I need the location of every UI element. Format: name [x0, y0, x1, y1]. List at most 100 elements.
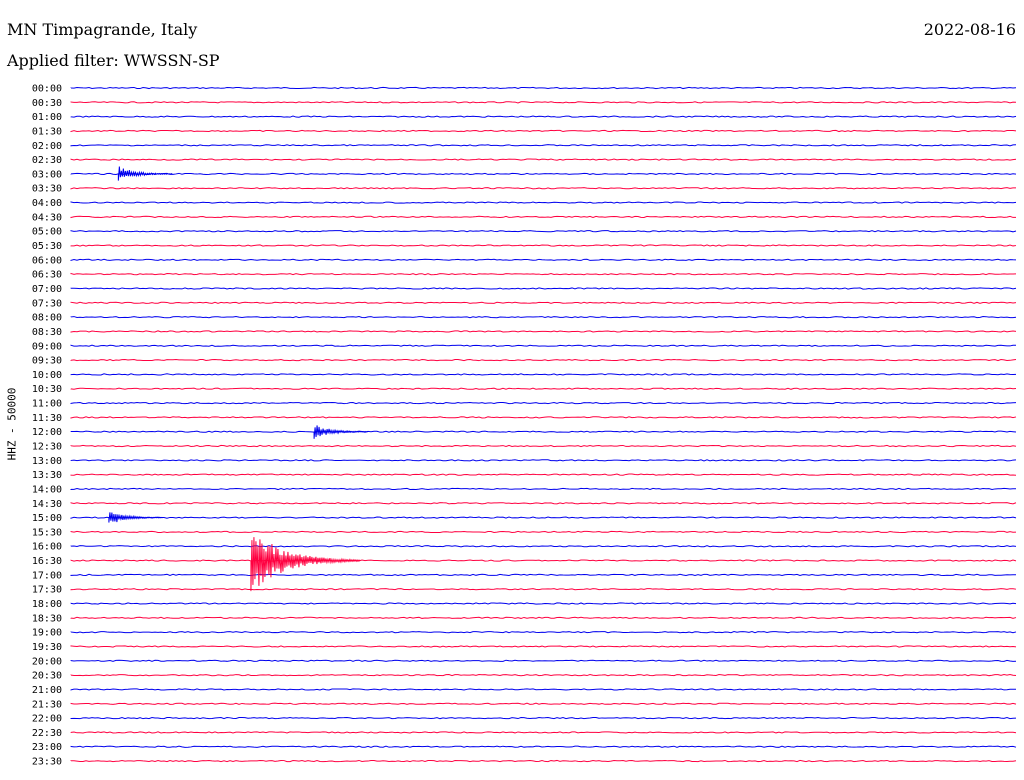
trace-row: [70, 301, 1017, 304]
row-label: 21:30: [32, 699, 62, 710]
row-label: 18:00: [32, 599, 62, 610]
trace-row: [70, 659, 1017, 662]
row-label: 12:00: [32, 427, 62, 438]
row-label: 07:30: [32, 298, 62, 309]
row-label: 11:30: [32, 413, 62, 424]
row-label: 03:30: [32, 184, 62, 195]
trace-row: [70, 616, 1017, 619]
trace-row: [70, 430, 1017, 433]
row-label: 02:30: [32, 155, 62, 166]
row-label: 23:00: [32, 742, 62, 753]
row-label: 22:00: [32, 714, 62, 725]
row-label: 01:00: [32, 112, 62, 123]
trace-row: [70, 573, 1017, 576]
trace-row: [70, 172, 1017, 176]
trace-row: [70, 745, 1017, 748]
trace-row: [70, 272, 1017, 276]
trace-row: [70, 358, 1017, 362]
row-label: 05:30: [32, 241, 62, 252]
event-burst: [108, 512, 164, 523]
row-label: 01:30: [32, 126, 62, 137]
row-label: 18:30: [32, 613, 62, 624]
trace-row: [70, 115, 1017, 118]
trace-row: [70, 459, 1017, 462]
trace-row: [70, 487, 1017, 491]
trace-row: [70, 344, 1017, 347]
trace-row: [70, 258, 1017, 262]
row-label: 05:00: [32, 227, 62, 238]
row-label: 11:00: [32, 399, 62, 410]
row-label: 17:00: [32, 570, 62, 581]
trace-row: [70, 688, 1017, 691]
row-label: 09:00: [32, 341, 62, 352]
row-label: 06:00: [32, 255, 62, 266]
trace-row: [70, 387, 1017, 390]
row-label: 22:30: [32, 728, 62, 739]
row-label: 13:00: [32, 456, 62, 467]
row-label: 21:00: [32, 685, 62, 696]
row-label: 14:30: [32, 499, 62, 510]
trace-row: [70, 731, 1017, 734]
seismogram-chart: 00:00 00:30 01:00 01:30 02:00 02:30 03:00 03:30…: [32, 84, 1017, 768]
trace-row: [70, 473, 1017, 476]
trace-row: [70, 86, 1017, 90]
trace-row: [70, 674, 1017, 677]
row-label: 07:00: [32, 284, 62, 295]
trace-row: [70, 129, 1017, 133]
trace-row: [70, 158, 1017, 161]
row-label: 19:00: [32, 628, 62, 639]
row-label: 04:30: [32, 212, 62, 223]
trace-row: [70, 330, 1017, 333]
trace-row: [70, 316, 1017, 319]
row-label: 10:30: [32, 384, 62, 395]
row-label: 00:30: [32, 98, 62, 109]
trace-row: [70, 373, 1017, 376]
row-label: 16:00: [32, 542, 62, 553]
trace-row: [70, 144, 1017, 147]
trace-row: [70, 702, 1017, 705]
trace-row: [70, 588, 1017, 591]
trace-row: [70, 215, 1017, 219]
trace-row: [70, 759, 1017, 763]
row-label: 03:00: [32, 169, 62, 180]
row-label: 13:30: [32, 470, 62, 481]
row-label: 20:30: [32, 671, 62, 682]
trace-row: [70, 416, 1017, 419]
row-label: 14:00: [32, 484, 62, 495]
row-label: 09:30: [32, 356, 62, 367]
trace-row: [70, 545, 1017, 548]
row-label: 19:30: [32, 642, 62, 653]
event-burst: [250, 537, 361, 592]
row-label: 15:30: [32, 527, 62, 538]
row-label: 10:00: [32, 370, 62, 381]
trace-row: [70, 401, 1017, 405]
trace-row: [70, 716, 1017, 720]
event-burst: [117, 166, 173, 181]
event-burst: [313, 425, 369, 439]
row-label: 12:30: [32, 442, 62, 453]
trace-row: [70, 530, 1017, 534]
trace-row: [70, 444, 1017, 448]
trace-row: [70, 244, 1017, 247]
row-label: 23:30: [32, 757, 62, 768]
row-label: 20:00: [32, 656, 62, 667]
row-label: 15:00: [32, 513, 62, 524]
trace-row: [70, 201, 1017, 204]
row-label: 06:30: [32, 270, 62, 281]
row-label: 04:00: [32, 198, 62, 209]
trace-row: [70, 631, 1017, 634]
trace-row: [70, 230, 1017, 233]
row-label: 16:30: [32, 556, 62, 567]
row-label: 08:30: [32, 327, 62, 338]
trace-row: [70, 101, 1017, 104]
trace-row: [70, 602, 1017, 605]
row-label: 08:00: [32, 313, 62, 324]
trace-row: [70, 502, 1017, 505]
trace-row: [70, 187, 1017, 190]
trace-row: [70, 516, 1017, 519]
row-label: 02:00: [32, 141, 62, 152]
trace-row: [70, 645, 1017, 648]
trace-row: [70, 287, 1017, 290]
trace-row: [70, 559, 1017, 562]
row-label: 00:00: [32, 84, 62, 95]
